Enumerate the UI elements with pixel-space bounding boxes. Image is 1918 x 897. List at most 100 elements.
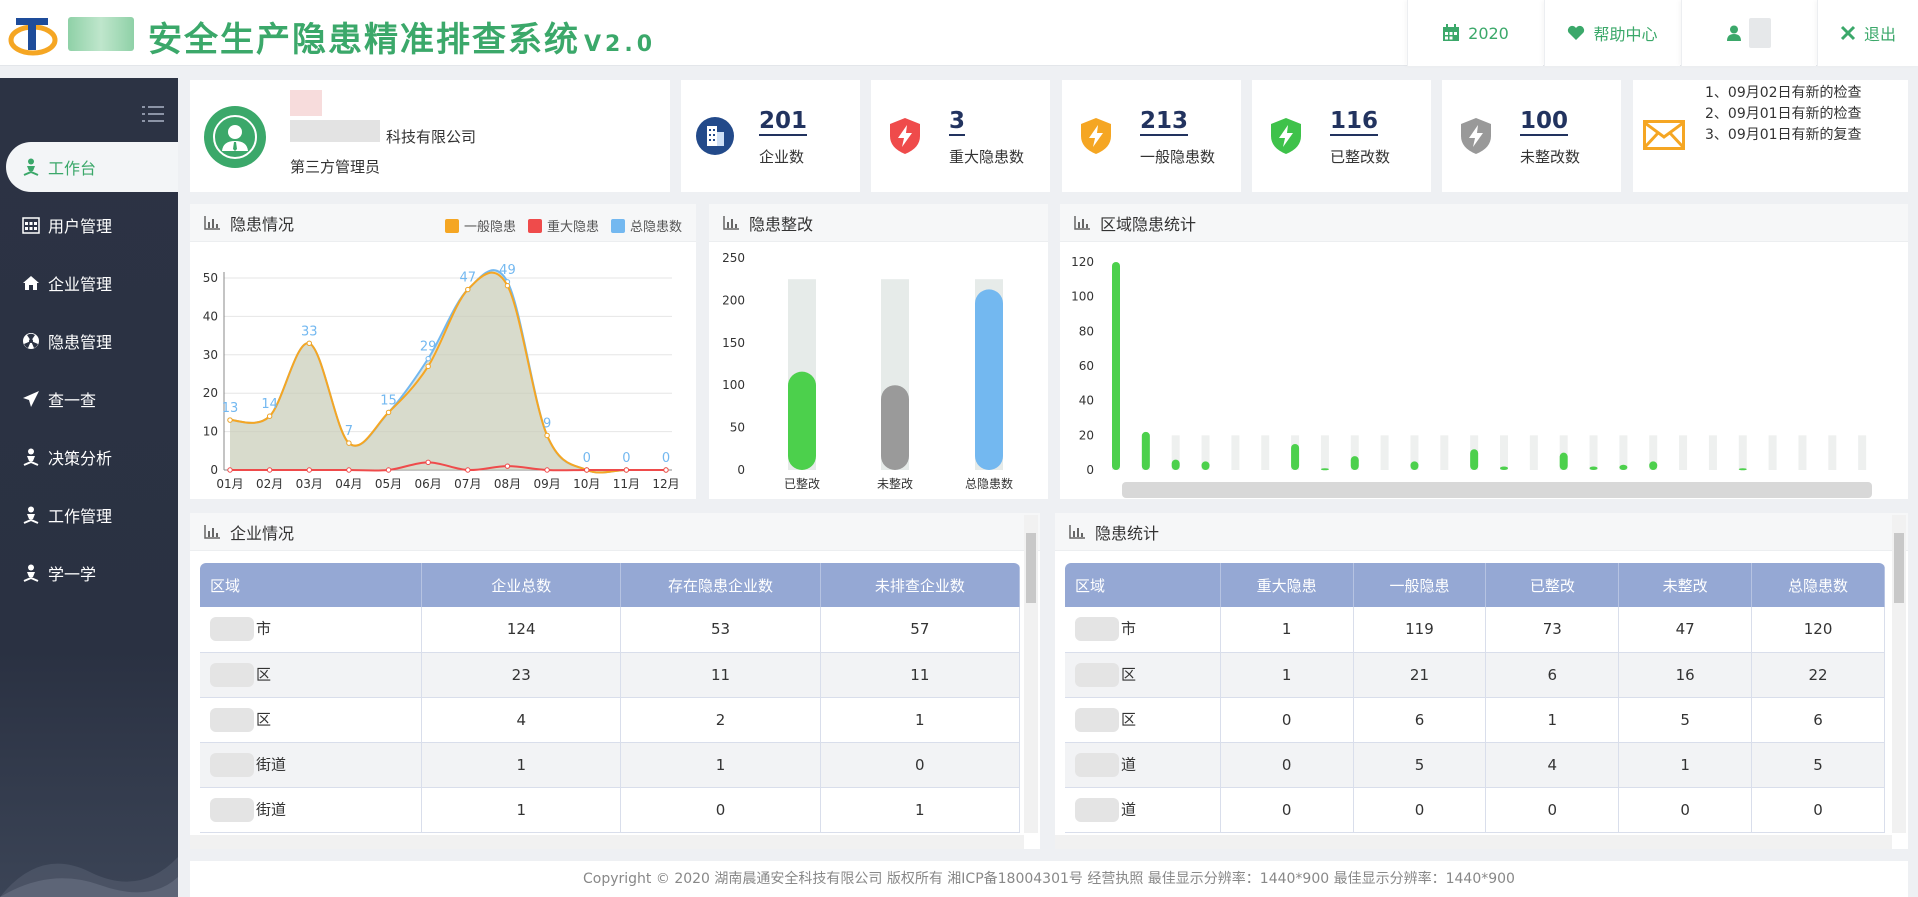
column-header[interactable]: 存在隐患企业数 [620,563,821,607]
table-cell: 22 [1751,652,1885,698]
scrollbar-thumb[interactable] [1026,533,1036,603]
table-cell: 道 [1065,742,1221,788]
data-point [266,467,273,473]
column-header[interactable]: 企业总数 [421,563,622,607]
sidebar-item-3[interactable]: 企业管理 [0,258,178,308]
vertical-scrollbar[interactable] [1892,515,1906,833]
legend-item[interactable]: 重大隐患 [527,216,599,235]
panel-title: 隐患统计 [1095,523,1160,543]
legend-item[interactable]: 一般隐患 [444,216,516,235]
sidebar-item-1[interactable]: 工作台 [6,142,178,192]
table-row[interactable]: 区 421 [200,697,1020,743]
table-cell: 124 [421,607,622,653]
user-role: 第三方管理员 [290,158,381,176]
close-icon [1840,25,1856,41]
y-tick-label: 10 [203,425,218,439]
footer: Copyright © 2020 湖南晨通安全科技有限公司 版权所有 湘ICP备… [190,861,1908,897]
y-tick-label: 60 [1079,359,1094,373]
vertical-scrollbar[interactable] [1024,515,1038,833]
year-label: 2020 [1468,23,1509,43]
table-cell: 1 [620,742,821,788]
paper-plane-icon [22,390,40,408]
horizontal-scrollbar[interactable] [1055,835,1892,849]
stat-card[interactable]: 213 一般隐患数 [1062,80,1241,192]
table-row[interactable]: 市 124 53 57 [200,607,1020,653]
table-row[interactable]: 道00000 [1065,787,1885,833]
table-row[interactable]: 街道 1 1 0 [200,742,1020,788]
bar-background [1231,435,1240,470]
legend-item[interactable]: 总隐患数 [610,216,682,235]
table-row[interactable]: 区 23 11 11 [200,652,1020,698]
x-tick-label: 08月 [494,477,521,491]
area-name: 区 [256,710,272,728]
redacted-block [210,617,254,642]
stat-value: 100 [1520,108,1569,136]
bar-background [1619,435,1628,470]
sidebar-item-6[interactable]: 决策分析 [0,432,178,482]
year-button[interactable]: 2020 [1407,0,1543,66]
table-cell: 1 [820,697,1020,743]
x-tick-label: 10月 [573,477,600,491]
stat-card[interactable]: 201 企业数 [681,80,860,192]
bar [1470,449,1479,470]
notice-item[interactable]: 3、09月01日有新的复查 [1705,124,1862,144]
top-header: 安全生产隐患精准排查系统 V2.0 2020 帮助中心 退出 [0,0,1918,66]
column-header[interactable]: 一般隐患 [1353,563,1487,607]
logout-label: 退出 [1863,25,1896,44]
help-center-button[interactable]: 帮助中心 [1544,0,1680,66]
stat-card[interactable]: 100 未整改数 [1442,80,1621,192]
column-header[interactable]: 区域 [200,563,423,607]
sidebar-item-5[interactable]: 查一查 [0,374,178,424]
column-header[interactable]: 重大隐患 [1220,563,1354,607]
data-point [425,355,431,362]
table-cell: 6 [1353,697,1487,743]
sidebar-item-2[interactable]: 用户管理 [0,200,178,250]
user-menu-button[interactable] [1681,0,1816,66]
person-icon [22,158,40,176]
menu-toggle-icon[interactable] [142,104,164,124]
bar-chart-icon [723,215,739,230]
column-header[interactable]: 未整改 [1618,563,1753,607]
table-cell: 0 [620,787,821,833]
column-header[interactable]: 未排查企业数 [820,563,1020,607]
table-row[interactable]: 街道 1 0 1 [200,787,1020,833]
table-row[interactable]: 区06156 [1065,697,1885,743]
table-cell: 0 [1618,787,1753,833]
sidebar-item-4[interactable]: 隐患管理 [0,316,178,366]
table-cell: 1 [1485,697,1620,743]
redacted-block [210,707,254,732]
x-tick-label: 09月 [533,477,560,491]
notice-item[interactable]: 2、09月01日有新的检查 [1705,103,1862,123]
bar [1738,468,1747,471]
legend-label: 总隐患数 [629,220,682,235]
sidebar-item-7[interactable]: 工作管理 [0,490,178,540]
legend-swatch [444,219,459,233]
table-row[interactable]: 区 1 21 6 16 22 [1065,652,1885,698]
data-label: 47 [460,271,477,286]
x-tick-label: 04月 [335,477,362,491]
stat-card[interactable]: 116 已整改数 [1252,80,1431,192]
sidebar: 工作台用户管理企业管理隐患管理查一查决策分析工作管理学一学 [0,78,178,897]
bar-background [1380,435,1389,470]
horizontal-scrollbar[interactable] [190,835,1024,849]
area-name: 区 [1121,665,1137,683]
column-header[interactable]: 已整改 [1485,563,1620,607]
logout-button[interactable]: 退出 [1817,0,1918,66]
column-header[interactable]: 总隐患数 [1751,563,1885,607]
y-tick-label: 120 [1071,255,1094,269]
table-row[interactable]: 道05415 [1065,742,1885,788]
sidebar-item-label: 工作台 [48,159,97,178]
scrollbar-thumb[interactable] [1894,533,1904,603]
data-point [425,459,431,466]
sidebar-item-label: 决策分析 [48,449,113,468]
table-row[interactable]: 市 1 119 73 47 120 [1065,607,1885,653]
stat-card[interactable]: 3 重大隐患数 [871,80,1050,192]
notice-item[interactable]: 1、09月02日有新的检查 [1705,82,1862,102]
table-cell: 21 [1353,652,1487,698]
y-tick-label: 50 [203,271,218,285]
column-header[interactable]: 区域 [1065,563,1221,607]
x-tick-label: 11月 [613,477,640,491]
username-redacted [1749,18,1771,48]
sidebar-item-8[interactable]: 学一学 [0,548,178,598]
sidebar-item-label: 工作管理 [48,507,113,526]
